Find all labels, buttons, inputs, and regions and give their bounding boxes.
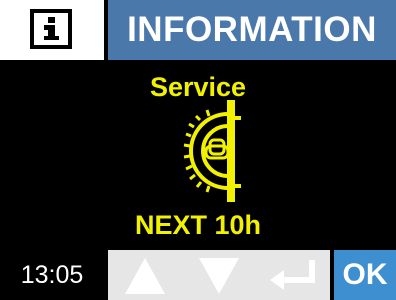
clock: 13:05 [20, 261, 84, 289]
enter-button[interactable] [256, 250, 330, 300]
enter-icon [270, 260, 315, 290]
title-bar: INFORMATION [108, 0, 396, 60]
ok-button[interactable]: OK [334, 250, 396, 300]
next-service-label: NEXT 10h [134, 210, 262, 240]
display-screen: INFORMATION Service NEXT 10h 13:05 OK [0, 0, 396, 300]
arrow-down-icon [199, 258, 239, 294]
down-button[interactable] [182, 250, 256, 300]
service-wheel-icon [183, 100, 241, 202]
arrow-up-icon [125, 258, 165, 294]
navigation-bar [108, 250, 330, 300]
info-icon [30, 9, 72, 49]
main-panel: Service NEXT 10h [0, 60, 396, 250]
info-button[interactable] [0, 0, 104, 60]
page-title: INFORMATION [127, 10, 377, 49]
header-bar: INFORMATION [0, 0, 396, 60]
footer-bar: 13:05 OK [0, 250, 396, 300]
up-button[interactable] [108, 250, 182, 300]
